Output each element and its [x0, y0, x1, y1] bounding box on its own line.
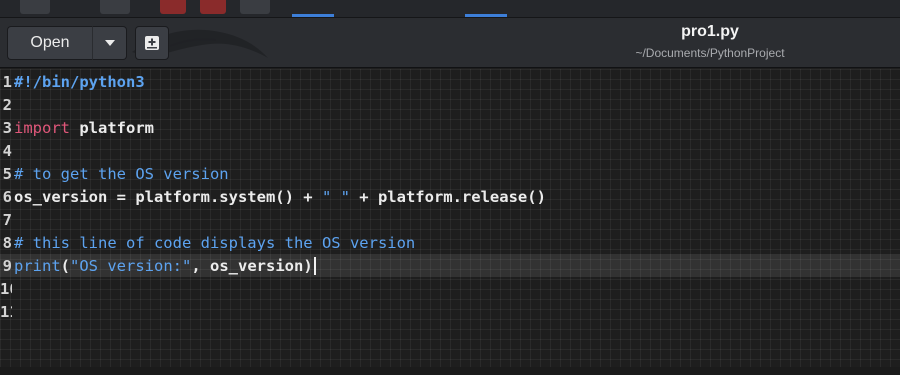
code-text: #!/bin/python3: [14, 73, 145, 91]
code-text: print("OS version:", os_version): [14, 256, 316, 275]
code-text: # to get the OS version: [14, 165, 229, 183]
active-window-indicator: [465, 14, 507, 17]
line-number: 9: [2, 256, 12, 275]
code-token-plain: , os_version): [191, 256, 313, 275]
code-token-comment: # to get the OS version: [14, 164, 229, 183]
code-text: os_version = platform.system() + " " + p…: [14, 188, 546, 206]
line-number: 5: [2, 164, 12, 183]
code-line[interactable]: 4: [0, 139, 900, 162]
code-text: # this line of code displays the OS vers…: [14, 234, 415, 252]
header-bar: Open pro1.py ~/Documents/PythonProject: [0, 18, 900, 68]
code-line[interactable]: 5 # to get the OS version: [0, 162, 900, 185]
taskbar-item[interactable]: [160, 0, 186, 14]
code-token-comment: # this line of code displays the OS vers…: [14, 233, 416, 252]
line-number: 3: [2, 118, 12, 137]
line-number: 8: [2, 233, 12, 252]
open-menu-button[interactable]: [93, 26, 127, 60]
code-token-plain: platform: [70, 118, 154, 137]
editor-bottom-edge: [0, 367, 900, 375]
open-button[interactable]: Open: [7, 26, 93, 60]
open-button-label: Open: [30, 34, 70, 51]
line-number: 4: [2, 141, 12, 160]
code-line[interactable]: 7: [0, 208, 900, 231]
code-token-plain: (: [60, 256, 71, 275]
taskbar-item[interactable]: [100, 0, 130, 14]
code-token-plain: os_version = platform.system() +: [14, 187, 322, 206]
text-cursor: [313, 256, 316, 275]
window-title: pro1.py ~/Documents/PythonProject: [560, 22, 860, 61]
text-editor-window: Open pro1.py ~/Documents/PythonProject 1: [0, 0, 900, 375]
code-editor[interactable]: 1 #!/bin/python3 2 3 import platform 4 5 # to g…: [0, 69, 900, 375]
new-document-button[interactable]: [135, 26, 169, 60]
taskbar-item[interactable]: [240, 0, 270, 14]
code-text: import platform: [14, 119, 154, 137]
active-window-indicator: [292, 14, 334, 17]
code-line[interactable]: 11: [0, 300, 900, 323]
code-token-shebang: #!/bin/python3: [14, 72, 145, 91]
file-path: ~/Documents/PythonProject: [635, 46, 785, 60]
code-token-builtin: print: [14, 256, 61, 275]
toolbar-buttons: Open: [7, 26, 169, 60]
code-token-keyword: import: [14, 118, 70, 137]
line-number: 1: [2, 72, 12, 91]
code-token-string: "OS version:": [70, 256, 192, 275]
line-number: 7: [2, 210, 12, 229]
line-number: 6: [2, 187, 12, 206]
code-token-plain: + platform.release(): [349, 187, 546, 206]
current-code-line[interactable]: 9 print("OS version:", os_version): [0, 254, 900, 277]
code-line[interactable]: 6 os_version = platform.system() + " " + …: [0, 185, 900, 208]
taskbar-item[interactable]: [200, 0, 226, 14]
chevron-down-icon: [104, 40, 115, 46]
taskbar-item[interactable]: [20, 0, 50, 14]
line-number: 11: [0, 302, 12, 321]
code-line[interactable]: 3 import platform: [0, 116, 900, 139]
line-number: 10: [0, 279, 12, 298]
code-line[interactable]: 8 # this line of code displays the OS ver…: [0, 231, 900, 254]
taskbar-strip: [0, 0, 900, 18]
line-number: 2: [2, 95, 12, 114]
code-line[interactable]: 10: [0, 277, 900, 300]
code-line[interactable]: 1 #!/bin/python3: [0, 70, 900, 93]
code-token-string: " ": [321, 187, 350, 206]
new-document-icon: [145, 36, 159, 50]
file-name: pro1.py: [681, 23, 739, 40]
code-line[interactable]: 2: [0, 93, 900, 116]
